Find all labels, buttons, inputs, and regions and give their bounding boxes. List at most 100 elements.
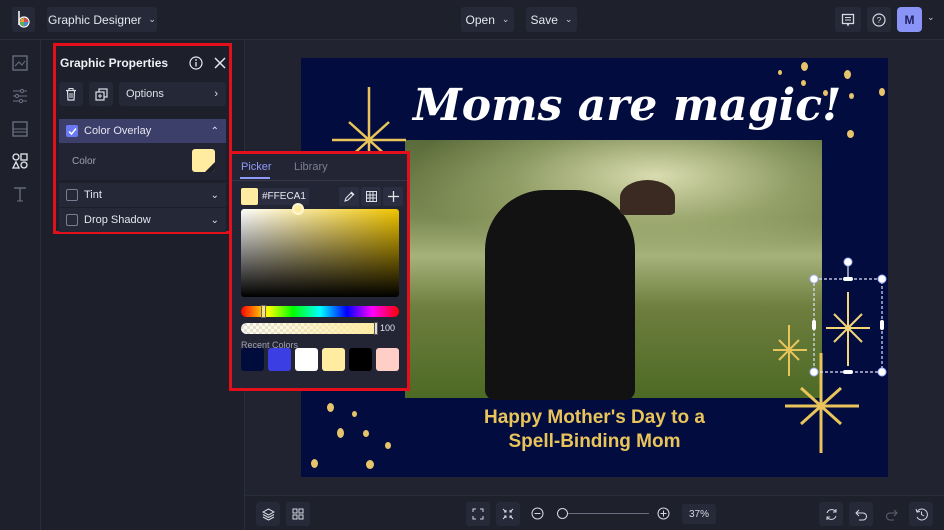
tab-picker[interactable]: Picker [241, 161, 272, 173]
graphic-properties-panel: Graphic Properties Options › Color Overl… [53, 43, 232, 234]
active-tab-indicator [240, 177, 270, 179]
recent-color-swatch[interactable] [241, 348, 264, 371]
opacity-value[interactable]: 100 [380, 323, 395, 333]
shrink-button[interactable] [496, 502, 520, 526]
confetti-dot [366, 460, 374, 469]
bottom-toolbar: 37% [245, 495, 944, 530]
confetti-dot [311, 459, 318, 468]
headline-text[interactable]: Moms are magic! [413, 80, 841, 131]
shapes-icon[interactable] [11, 152, 29, 170]
panel-title: Graphic Properties [60, 56, 169, 70]
delete-button[interactable] [59, 82, 83, 106]
chevron-down-icon[interactable]: ⌄ [211, 215, 219, 226]
color-row: Color [59, 143, 226, 180]
redo-button[interactable] [879, 502, 903, 526]
confetti-dot [847, 130, 854, 138]
fit-screen-button[interactable] [466, 502, 490, 526]
info-icon[interactable] [189, 56, 203, 70]
grid-view-icon [292, 508, 304, 520]
color-label: Color [72, 156, 96, 167]
color-overlay-checkbox[interactable] [66, 125, 78, 137]
top-bar: Graphic Designer ⌄ Open ⌄ Save ⌄ ? M ⌄ [0, 0, 944, 40]
recent-color-swatch[interactable] [376, 348, 399, 371]
grid-view-button[interactable] [286, 502, 310, 526]
shrink-icon [502, 508, 514, 520]
add-color-button[interactable] [383, 187, 403, 206]
tint-checkbox[interactable] [66, 189, 78, 201]
app-menu-button[interactable]: Graphic Designer ⌄ [47, 7, 157, 32]
avatar-initial: M [904, 12, 915, 27]
adjust-icon[interactable] [11, 87, 29, 105]
eyedropper-button[interactable] [339, 187, 359, 206]
confetti-dot [823, 90, 828, 96]
chevron-up-icon[interactable]: ⌃ [211, 126, 219, 137]
comments-button[interactable] [835, 7, 861, 32]
selected-sparkle-element[interactable] [806, 254, 888, 379]
account-chevron-icon[interactable]: ⌄ [927, 12, 935, 23]
open-button[interactable]: Open ⌄ [461, 7, 514, 32]
saturation-value-area[interactable] [241, 209, 399, 297]
color-swatch-button[interactable] [192, 149, 215, 172]
svg-text:?: ? [877, 16, 882, 25]
trash-icon [66, 87, 76, 101]
subline-text-2[interactable]: Spell-Binding Mom [301, 431, 888, 453]
zoom-in-icon[interactable] [657, 507, 670, 520]
undo-icon [854, 509, 867, 520]
drop-shadow-label: Drop Shadow [84, 214, 151, 226]
drop-shadow-section[interactable]: Drop Shadow ⌄ [59, 208, 226, 232]
recent-color-swatch[interactable] [349, 348, 372, 371]
palette-grid-button[interactable] [361, 187, 381, 206]
recent-color-swatch[interactable] [268, 348, 291, 371]
color-overlay-label: Color Overlay [84, 125, 152, 137]
chevron-down-icon[interactable]: ⌄ [211, 190, 219, 201]
duplicate-icon [94, 87, 108, 101]
layers-icon [261, 507, 275, 521]
recent-color-swatch[interactable] [322, 348, 345, 371]
hue-handle[interactable] [261, 305, 266, 318]
image-icon[interactable] [11, 54, 29, 72]
opacity-handle[interactable] [374, 322, 378, 335]
refresh-icon [826, 508, 836, 520]
color-overlay-section[interactable]: Color Overlay ⌃ [59, 119, 226, 143]
zoom-out-icon[interactable] [531, 507, 544, 520]
chevron-right-icon: › [214, 88, 218, 100]
zoom-percent[interactable]: 37% [682, 504, 716, 524]
save-button[interactable]: Save ⌄ [526, 7, 577, 32]
layout-icon[interactable] [11, 120, 29, 138]
opacity-slider[interactable] [241, 323, 378, 334]
hex-input[interactable]: #FFECA1 [259, 188, 309, 205]
subline-text-1[interactable]: Happy Mother's Day to a [301, 407, 888, 429]
history-button[interactable] [909, 502, 933, 526]
duplicate-button[interactable] [89, 82, 113, 106]
confetti-dot [844, 70, 851, 79]
drop-shadow-checkbox[interactable] [66, 214, 78, 226]
tab-library[interactable]: Library [294, 161, 328, 173]
close-icon[interactable] [214, 57, 226, 69]
grid-icon [365, 191, 377, 202]
layers-button[interactable] [256, 502, 280, 526]
options-label: Options [126, 88, 164, 100]
help-icon: ? [872, 12, 886, 27]
logo-icon [18, 11, 30, 28]
app-menu-label: Graphic Designer [48, 12, 142, 27]
help-button[interactable]: ? [867, 7, 891, 32]
avatar[interactable]: M [897, 7, 922, 32]
mother-baby-photo[interactable] [405, 140, 822, 400]
zoom-slider-track[interactable] [557, 513, 649, 514]
current-color-swatch [241, 188, 258, 205]
open-label: Open [465, 12, 495, 27]
app-logo[interactable] [12, 7, 35, 32]
recent-color-swatch[interactable] [295, 348, 318, 371]
text-icon[interactable] [11, 185, 29, 203]
saturation-handle[interactable] [292, 203, 304, 215]
options-button[interactable]: Options › [119, 82, 226, 106]
confetti-dot [801, 80, 806, 86]
zoom-slider-handle[interactable] [557, 508, 568, 519]
tint-label: Tint [84, 189, 102, 201]
tint-section[interactable]: Tint ⌄ [59, 183, 226, 207]
refresh-button[interactable] [819, 502, 843, 526]
comment-icon [841, 13, 855, 27]
check-icon [67, 127, 77, 135]
left-tool-rail [0, 40, 41, 530]
undo-button[interactable] [849, 502, 873, 526]
